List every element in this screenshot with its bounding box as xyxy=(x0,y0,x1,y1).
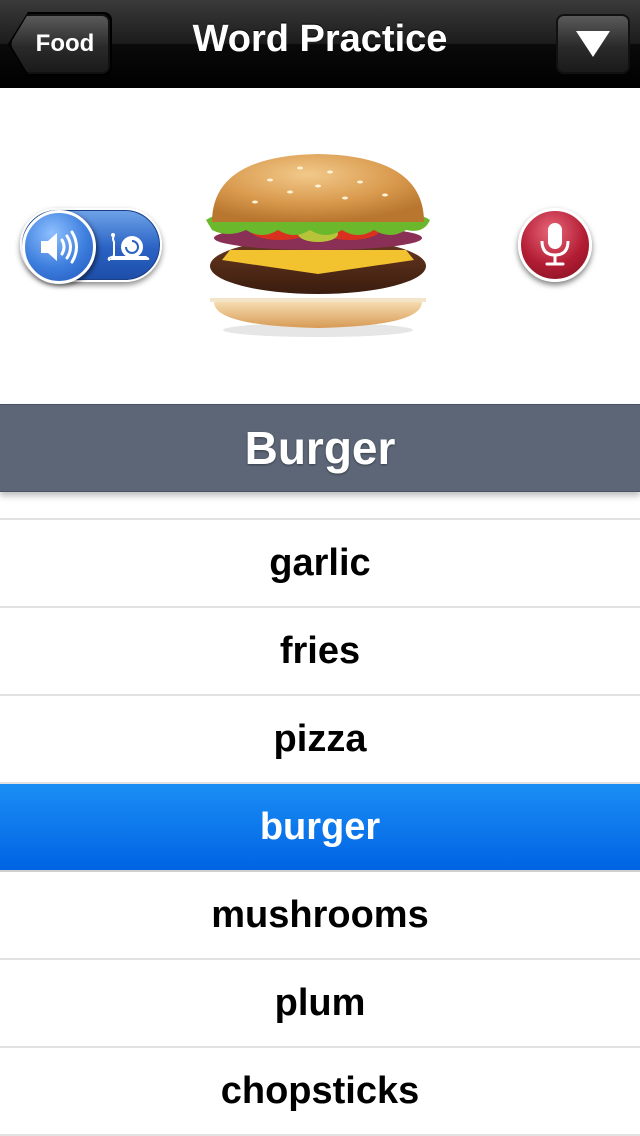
list-item[interactable]: pizza xyxy=(0,696,640,784)
page-title: Word Practice xyxy=(192,18,448,60)
list-item[interactable]: fries xyxy=(0,608,640,696)
list-item[interactable]: mushrooms xyxy=(0,872,640,960)
speaker-icon xyxy=(41,230,78,264)
current-word-banner: Burger xyxy=(0,404,640,492)
burger-image xyxy=(206,154,430,337)
list-item[interactable]: chopsticks xyxy=(0,1048,640,1136)
dropdown-button[interactable] xyxy=(556,14,630,74)
app-screen: Food Word Practice garlic fries pizza bu… xyxy=(0,0,640,1136)
speaker-button[interactable] xyxy=(22,210,96,284)
list-item[interactable]: garlic xyxy=(0,520,640,608)
current-word: Burger xyxy=(244,422,396,474)
snail-icon xyxy=(107,233,150,261)
word-list[interactable]: garlic fries pizza burger mushrooms plum… xyxy=(0,432,640,1136)
microphone-button[interactable] xyxy=(518,208,592,282)
speed-toggle[interactable] xyxy=(20,208,162,284)
triangle-down-icon xyxy=(576,31,610,57)
microphone-icon xyxy=(540,223,570,266)
navigation-bar: Food Word Practice xyxy=(0,0,640,88)
list-item-selected[interactable]: burger xyxy=(0,784,640,872)
list-item[interactable]: plum xyxy=(0,960,640,1048)
hero-section xyxy=(0,88,640,404)
